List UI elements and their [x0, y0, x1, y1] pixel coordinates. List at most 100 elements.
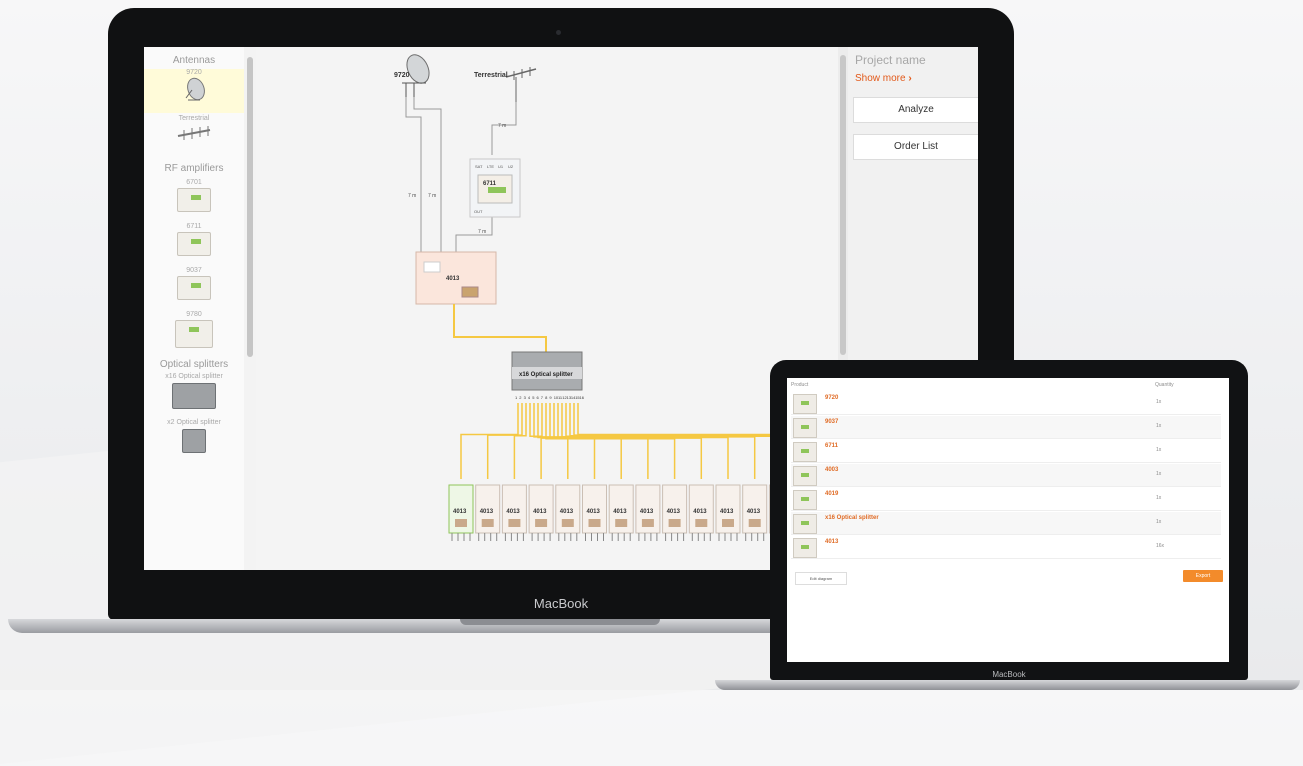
product-thumbnail — [793, 490, 817, 510]
optical-receiver: 4013 — [528, 484, 554, 541]
splitter-label: x16 Optical splitter — [519, 372, 573, 378]
edit-diagram-button[interactable]: Edit diagram — [795, 572, 847, 585]
palette-item-9780[interactable]: 9780 — [144, 311, 244, 355]
palette-item-6711[interactable]: 6711 — [144, 223, 244, 263]
product-thumbnail — [793, 514, 817, 534]
macbook-notch — [460, 619, 660, 625]
palette-item-label: x16 Optical splitter — [165, 373, 223, 380]
optical-receiver: 4013 — [608, 484, 634, 541]
receiver-label: 4013 — [667, 509, 681, 515]
order-list-screen: Product Quantity 9720 1x 9037 1x 6711 1x 4003 1… — [787, 378, 1229, 662]
converter-label: 4013 — [446, 276, 460, 282]
amplifier-icon — [177, 188, 211, 212]
order-row: 4003 1x — [791, 464, 1221, 487]
amp-input-3: U1 — [498, 164, 504, 169]
optical-receiver: 4013 — [742, 484, 768, 541]
palette-item-9037[interactable]: 9037 — [144, 267, 244, 307]
amplifier-icon — [175, 320, 213, 348]
product-thumbnail — [793, 466, 817, 486]
terrestrial-label: Terrestrial — [474, 72, 508, 79]
splitter-port-label: 6 — [537, 395, 540, 400]
optical-fiber — [513, 403, 527, 479]
order-list-button[interactable]: Order List — [853, 134, 978, 160]
palette-item-9720[interactable]: 9720 — [144, 69, 244, 113]
diagram-canvas[interactable]: 9720 Terrestrial 6711 SAT LTE U1 U2 OUT … — [256, 47, 838, 570]
receiver-label: 4013 — [506, 509, 520, 515]
receiver-label: 4013 — [693, 509, 707, 515]
col-quantity: Quantity — [1155, 382, 1174, 388]
palette-item-6701[interactable]: 6701 — [144, 179, 244, 219]
cable-label: 7 m — [428, 193, 436, 199]
diagram-svg: 9720 Terrestrial 6711 SAT LTE U1 U2 OUT … — [394, 54, 838, 541]
palette-item-x2-splitter[interactable]: x2 Optical splitter — [144, 419, 244, 459]
project-name[interactable]: Project name — [855, 53, 926, 67]
palette-heading-rf-amplifiers: RF amplifiers — [164, 163, 224, 174]
product-thumbnail — [793, 442, 817, 462]
small-macbook-brand: MacBook — [992, 670, 1026, 679]
palette-item-label: x2 Optical splitter — [167, 419, 221, 426]
optical-fiber — [561, 403, 756, 479]
splitter-port-label: 3 — [524, 395, 527, 400]
product-qty: 1x — [1156, 447, 1162, 453]
small-macbook-base — [715, 680, 1300, 690]
cable-label: 7 m — [498, 123, 506, 129]
order-row: 4013 16x — [791, 536, 1221, 559]
product-code: 9720 — [825, 395, 839, 401]
optical-receiver: 4013 — [662, 484, 688, 541]
optical-fiber — [565, 403, 783, 479]
splitter-icon — [172, 383, 216, 409]
product-qty: 1x — [1156, 495, 1162, 501]
order-row: x16 Optical splitter 1x — [791, 512, 1221, 535]
receiver-label: 4013 — [453, 509, 467, 515]
splitter-port-label: 8 — [545, 395, 548, 400]
palette-heading-optical-splitters: Optical splitters — [159, 359, 229, 370]
component-palette: Antennas 9720 Terrestrial RF amplifiers … — [144, 47, 245, 570]
optical-receiver: 4013 — [688, 484, 714, 541]
splitter-port-label: 7 — [541, 395, 544, 400]
amp-input-1: SAT — [475, 164, 483, 169]
product-thumbnail — [793, 538, 817, 558]
optical-fiber — [549, 403, 676, 479]
dish-label: 9720 — [394, 72, 410, 79]
optical-receiver: 4013 — [582, 484, 607, 541]
product-code: 4019 — [825, 491, 839, 497]
optical-fiber — [529, 403, 542, 479]
splitter-port-label: 9 — [549, 395, 552, 400]
receiver-label: 4013 — [613, 509, 627, 515]
show-more-link[interactable]: Show more › — [855, 73, 912, 84]
amp-input-2: LTE — [487, 164, 494, 169]
product-qty: 16x — [1156, 543, 1165, 549]
palette-item-label: 9720 — [186, 69, 202, 76]
splitter-port-label: 2 — [519, 395, 522, 400]
order-row: 9720 1x — [791, 392, 1221, 415]
export-button[interactable]: Export — [1183, 570, 1223, 582]
optical-receiver: 4013 — [448, 484, 474, 541]
camera — [556, 30, 561, 35]
amplifier-icon — [177, 276, 211, 300]
receiver-label: 4013 — [533, 509, 547, 515]
antenna-icon — [177, 126, 211, 140]
palette-item-label: 6711 — [186, 223, 202, 230]
splitter-port-label: 4 — [528, 395, 531, 400]
product-code: 4013 — [825, 539, 839, 545]
product-code: 6711 — [825, 443, 839, 449]
splitter-port-label: 16 — [580, 395, 585, 400]
optical-fiber — [553, 403, 703, 479]
splitter-port-label: 5 — [532, 395, 535, 400]
amp-input-4: U2 — [508, 164, 514, 169]
cable-label: 7 m — [408, 193, 416, 199]
receiver-label: 4013 — [480, 509, 494, 515]
receiver-label: 4013 — [747, 509, 761, 515]
product-thumbnail — [793, 394, 817, 414]
analyze-button[interactable]: Analyze — [853, 97, 978, 123]
order-row: 9037 1x — [791, 416, 1221, 439]
palette-item-label: 9780 — [186, 311, 202, 318]
optical-fiber — [557, 403, 729, 479]
product-code: 4003 — [825, 467, 839, 473]
cable-label: 7 m — [478, 229, 486, 235]
amp-out-label: OUT — [474, 209, 483, 214]
palette-item-terrestrial[interactable]: Terrestrial — [144, 115, 244, 153]
palette-item-x16-splitter[interactable]: x16 Optical splitter — [144, 373, 244, 413]
product-code: 9037 — [825, 419, 839, 425]
amp-label: 6711 — [483, 181, 497, 187]
